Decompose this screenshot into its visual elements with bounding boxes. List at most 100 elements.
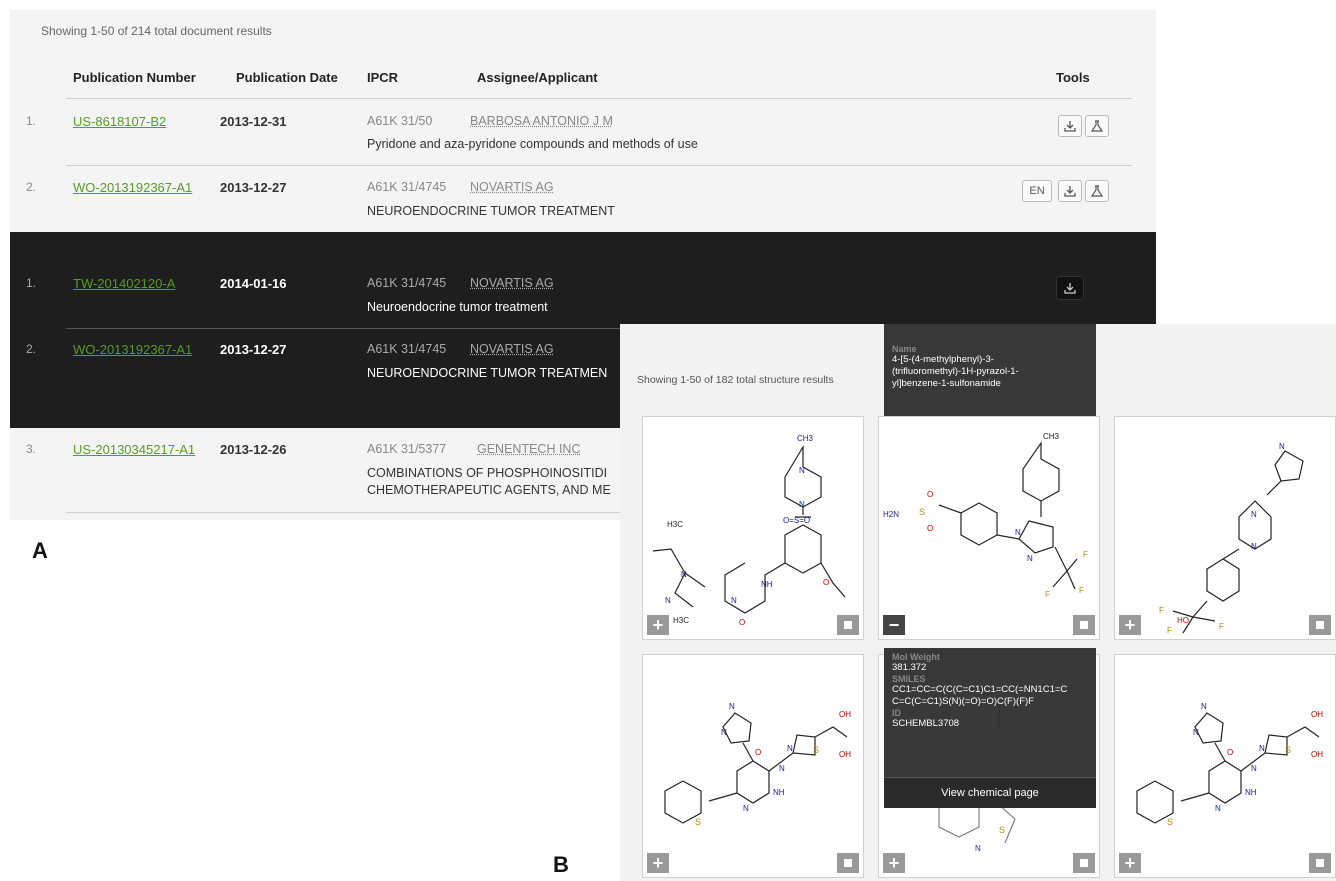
assignee-link[interactable]: GENENTECH INC: [477, 442, 580, 456]
chemistry-button[interactable]: [1085, 115, 1109, 137]
molecule-structure: N N N F F F HO: [1159, 442, 1304, 635]
svg-text:CH3: CH3: [797, 434, 814, 443]
svg-text:N: N: [779, 764, 785, 773]
svg-text:NH: NH: [1245, 788, 1257, 797]
document-results-count: Showing 1-50 of 214 total document resul…: [41, 24, 272, 38]
svg-text:NH: NH: [773, 788, 785, 797]
view-chemical-page-button[interactable]: View chemical page: [884, 777, 1096, 808]
svg-text:OH: OH: [1311, 710, 1323, 719]
assignee-link[interactable]: BARBOSA ANTONIO J M: [470, 114, 613, 128]
svg-text:O: O: [823, 578, 829, 587]
remove-structure-button[interactable]: −: [883, 615, 905, 635]
svg-text:H3C: H3C: [673, 616, 689, 625]
structure-card[interactable]: N N H2N O O S CH3 F F F −: [878, 416, 1100, 640]
mol-weight-value: 381.372: [892, 662, 927, 673]
header-divider: [66, 98, 1132, 99]
panel-label-a: A: [32, 538, 48, 563]
download-icon: [1064, 283, 1076, 294]
structure-name-tooltip: Name 4-[5-(4-methylphenyl)-3-(trifluorom…: [884, 324, 1096, 416]
smiles-value: CC1=CC=C(C(C=C1)C1=CC(=NN1C1=CC=C(C=C1)S…: [892, 684, 1068, 707]
add-structure-button[interactable]: +: [883, 853, 905, 873]
svg-text:N: N: [799, 466, 805, 475]
ipcr-code: A61K 31/4745: [367, 180, 447, 194]
assignee-link[interactable]: NOVARTIS AG: [470, 180, 554, 194]
name-key: Name: [892, 344, 917, 354]
language-button[interactable]: EN: [1022, 180, 1052, 202]
assignee-link[interactable]: NOVARTIS AG: [470, 342, 554, 356]
publication-date: 2013-12-31: [220, 114, 287, 129]
header-ipcr[interactable]: IPCR: [367, 70, 398, 85]
document-title: Neuroendocrine tumor treatment: [367, 300, 548, 314]
svg-text:H3C: H3C: [667, 520, 683, 529]
publication-link[interactable]: WO-2013192367-A1: [73, 342, 192, 357]
structure-card[interactable]: N N N N N NH S S OH OH O +: [1114, 654, 1336, 878]
svg-text:N: N: [1251, 510, 1257, 519]
svg-text:S: S: [813, 745, 819, 755]
structure-card[interactable]: N N N N N NH S S OH OH O +: [642, 654, 864, 878]
svg-text:OH: OH: [839, 710, 851, 719]
publication-link[interactable]: US-8618107-B2: [73, 114, 166, 129]
download-button[interactable]: [1058, 180, 1082, 202]
svg-text:N: N: [1259, 744, 1265, 753]
add-structure-button[interactable]: +: [1119, 615, 1141, 635]
svg-text:F: F: [1083, 550, 1088, 559]
svg-text:O: O: [927, 490, 933, 499]
select-checkbox[interactable]: [1309, 615, 1331, 635]
svg-text:O=S=O: O=S=O: [783, 516, 810, 525]
header-assignee[interactable]: Assignee/Applicant: [477, 70, 598, 85]
header-publication-date[interactable]: Publication Date: [236, 70, 338, 85]
svg-text:NH: NH: [761, 580, 773, 589]
svg-text:N: N: [743, 804, 749, 813]
svg-text:O: O: [739, 618, 745, 627]
row-number: 1.: [26, 276, 37, 290]
add-structure-button[interactable]: +: [647, 615, 669, 635]
structure-card[interactable]: CH3 N N O=S=O N NH N N O O H3C H3C +: [642, 416, 864, 640]
svg-text:N: N: [975, 844, 981, 853]
svg-text:OH: OH: [839, 750, 851, 759]
structure-card[interactable]: N N N F F F HO +: [1114, 416, 1336, 640]
svg-text:S: S: [919, 507, 925, 517]
publication-link[interactable]: US-20130345217-A1: [73, 442, 195, 457]
panel-label-b: B: [553, 852, 569, 877]
select-checkbox[interactable]: [837, 853, 859, 873]
download-button[interactable]: [1058, 115, 1082, 137]
svg-text:N: N: [1201, 702, 1207, 711]
select-checkbox[interactable]: [1073, 853, 1095, 873]
svg-text:O: O: [1227, 748, 1233, 757]
svg-text:S: S: [1167, 817, 1173, 827]
svg-text:S: S: [695, 817, 701, 827]
download-button[interactable]: [1056, 276, 1084, 300]
add-structure-button[interactable]: +: [647, 853, 669, 873]
svg-text:F: F: [1167, 626, 1172, 635]
svg-text:F: F: [1079, 586, 1084, 595]
svg-text:N: N: [1279, 442, 1285, 451]
chemistry-button[interactable]: [1085, 180, 1109, 202]
svg-text:F: F: [1219, 622, 1224, 631]
row-divider: [66, 165, 1132, 166]
mol-weight-key: Mol Weight: [892, 652, 940, 662]
svg-text:N: N: [799, 500, 805, 509]
select-checkbox[interactable]: [837, 615, 859, 635]
select-checkbox[interactable]: [1073, 615, 1095, 635]
svg-text:N: N: [1015, 528, 1021, 537]
molecule-structure: N N H2N O O S CH3 F F F: [883, 432, 1088, 599]
id-key: ID: [892, 708, 901, 718]
svg-text:N: N: [1251, 764, 1257, 773]
svg-text:O: O: [755, 748, 761, 757]
document-title: NEUROENDOCRINE TUMOR TREATMENT: [367, 204, 615, 218]
assignee-link[interactable]: NOVARTIS AG: [470, 276, 554, 290]
svg-text:N: N: [1193, 728, 1199, 737]
svg-text:F: F: [1159, 606, 1164, 615]
svg-text:S: S: [999, 825, 1005, 835]
ipcr-code: A61K 31/4745: [367, 276, 447, 290]
header-publication-number[interactable]: Publication Number: [73, 70, 196, 85]
svg-text:N: N: [1027, 554, 1033, 563]
svg-text:CH3: CH3: [1043, 432, 1060, 441]
publication-link[interactable]: WO-2013192367-A1: [73, 180, 192, 195]
select-checkbox[interactable]: [1309, 853, 1331, 873]
svg-text:N: N: [729, 702, 735, 711]
publication-link[interactable]: TW-201402120-A: [73, 276, 175, 291]
add-structure-button[interactable]: +: [1119, 853, 1141, 873]
svg-text:N: N: [731, 596, 737, 605]
smiles-key: SMILES: [892, 674, 926, 684]
